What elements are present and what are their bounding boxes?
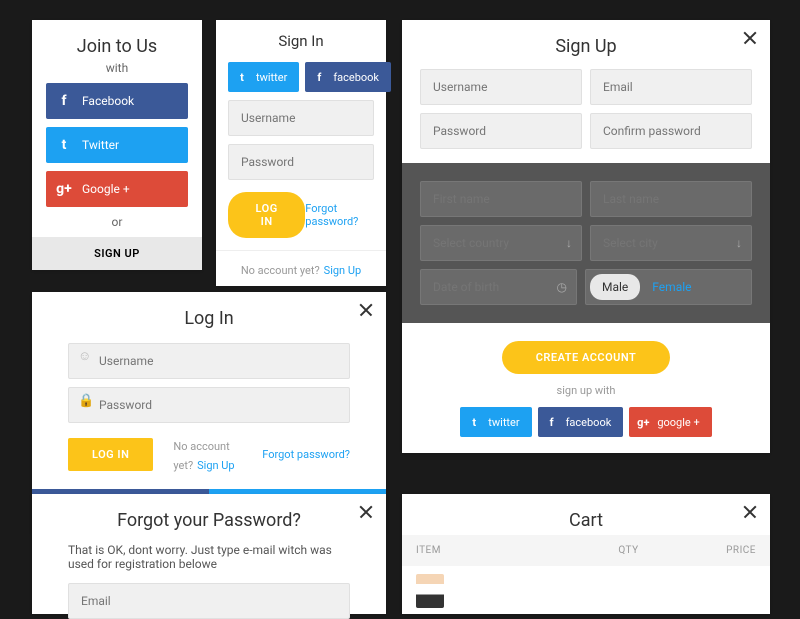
username-input[interactable] <box>68 343 350 379</box>
cart-card: Cart ITEM QTY PRICE <box>402 494 770 614</box>
lastname-input[interactable] <box>590 181 752 217</box>
chevron-down-icon: ↓ <box>736 236 742 250</box>
facebook-icon: f <box>538 416 566 429</box>
join-with: with <box>32 61 202 75</box>
google-button[interactable]: g+google + <box>629 407 711 437</box>
female-option[interactable]: Female <box>640 274 703 300</box>
signup-card: Sign Up ↓ ↓ ◷ MaleFemale CREATE ACCOUNT … <box>402 20 770 453</box>
twitter-button[interactable]: ttwitter <box>460 407 531 437</box>
forgot-link[interactable]: Forgot password? <box>262 448 350 461</box>
facebook-button[interactable]: ffacebook <box>305 62 391 92</box>
close-icon[interactable] <box>358 504 374 520</box>
noaccount-text: No account yet? <box>241 264 320 277</box>
email-input[interactable] <box>68 583 350 619</box>
password-input[interactable] <box>420 113 582 149</box>
lock-icon: 🔒 <box>78 394 94 409</box>
forgot-title: Forgot your Password? <box>32 494 386 535</box>
clock-icon: ◷ <box>557 280 567 294</box>
product-thumb <box>416 574 444 608</box>
forgot-card: Forgot your Password? That is OK, dont w… <box>32 494 386 614</box>
join-title: Join to Us <box>32 20 202 61</box>
firstname-input[interactable] <box>420 181 582 217</box>
cart-row <box>402 566 770 616</box>
username-input[interactable] <box>228 100 374 136</box>
facebook-icon: f <box>46 93 82 109</box>
password-input[interactable] <box>228 144 374 180</box>
signup-title: Sign Up <box>402 20 770 61</box>
or-divider: or <box>32 215 202 229</box>
twitter-button[interactable]: ttwitter <box>228 62 299 92</box>
col-item: ITEM <box>416 545 586 556</box>
google-button[interactable]: g+Google + <box>46 171 188 207</box>
signup-link[interactable]: Sign Up <box>197 459 235 472</box>
login-button[interactable]: LOG IN <box>68 438 153 471</box>
signin-title: Sign In <box>216 20 386 62</box>
col-price: PRICE <box>671 545 756 556</box>
close-icon[interactable] <box>358 302 374 318</box>
country-select[interactable]: ↓ <box>420 225 582 261</box>
dob-input[interactable]: ◷ <box>420 269 577 305</box>
chevron-down-icon: ↓ <box>566 236 572 250</box>
email-input[interactable] <box>590 69 752 105</box>
forgot-link[interactable]: Forgot password? <box>305 202 374 228</box>
password-input[interactable] <box>68 387 350 423</box>
close-icon[interactable] <box>742 504 758 520</box>
confirm-password-input[interactable] <box>590 113 752 149</box>
google-icon: g+ <box>629 416 657 429</box>
signup-button[interactable]: SIGN UP <box>32 237 202 270</box>
cart-title: Cart <box>402 494 770 535</box>
facebook-icon: f <box>305 71 333 84</box>
signin-card: Sign In ttwitter ffacebook LOG IN Forgot… <box>216 20 386 286</box>
forgot-desc: That is OK, dont worry. Just type e-mail… <box>32 535 386 579</box>
details-section: ↓ ↓ ◷ MaleFemale <box>402 163 770 323</box>
col-qty: QTY <box>586 545 671 556</box>
facebook-button[interactable]: ffacebook <box>538 407 624 437</box>
twitter-icon: t <box>228 71 256 84</box>
city-select[interactable]: ↓ <box>590 225 752 261</box>
signup-with-text: sign up with <box>402 384 770 397</box>
username-input[interactable] <box>420 69 582 105</box>
create-account-button[interactable]: CREATE ACCOUNT <box>502 341 671 374</box>
twitter-icon: t <box>460 416 488 429</box>
cart-header: ITEM QTY PRICE <box>402 535 770 566</box>
facebook-button[interactable]: fFacebook <box>46 83 188 119</box>
twitter-icon: t <box>46 137 82 153</box>
login-title: Log In <box>32 292 386 333</box>
male-option[interactable]: Male <box>590 274 640 300</box>
login-button[interactable]: LOG IN <box>228 192 305 238</box>
gender-toggle[interactable]: MaleFemale <box>585 269 752 305</box>
join-card: Join to Us with fFacebook tTwitter g+Goo… <box>32 20 202 270</box>
close-icon[interactable] <box>742 30 758 46</box>
signup-link[interactable]: Sign Up <box>324 264 362 277</box>
user-icon: ☺ <box>78 348 91 364</box>
twitter-button[interactable]: tTwitter <box>46 127 188 163</box>
google-icon: g+ <box>46 181 82 197</box>
